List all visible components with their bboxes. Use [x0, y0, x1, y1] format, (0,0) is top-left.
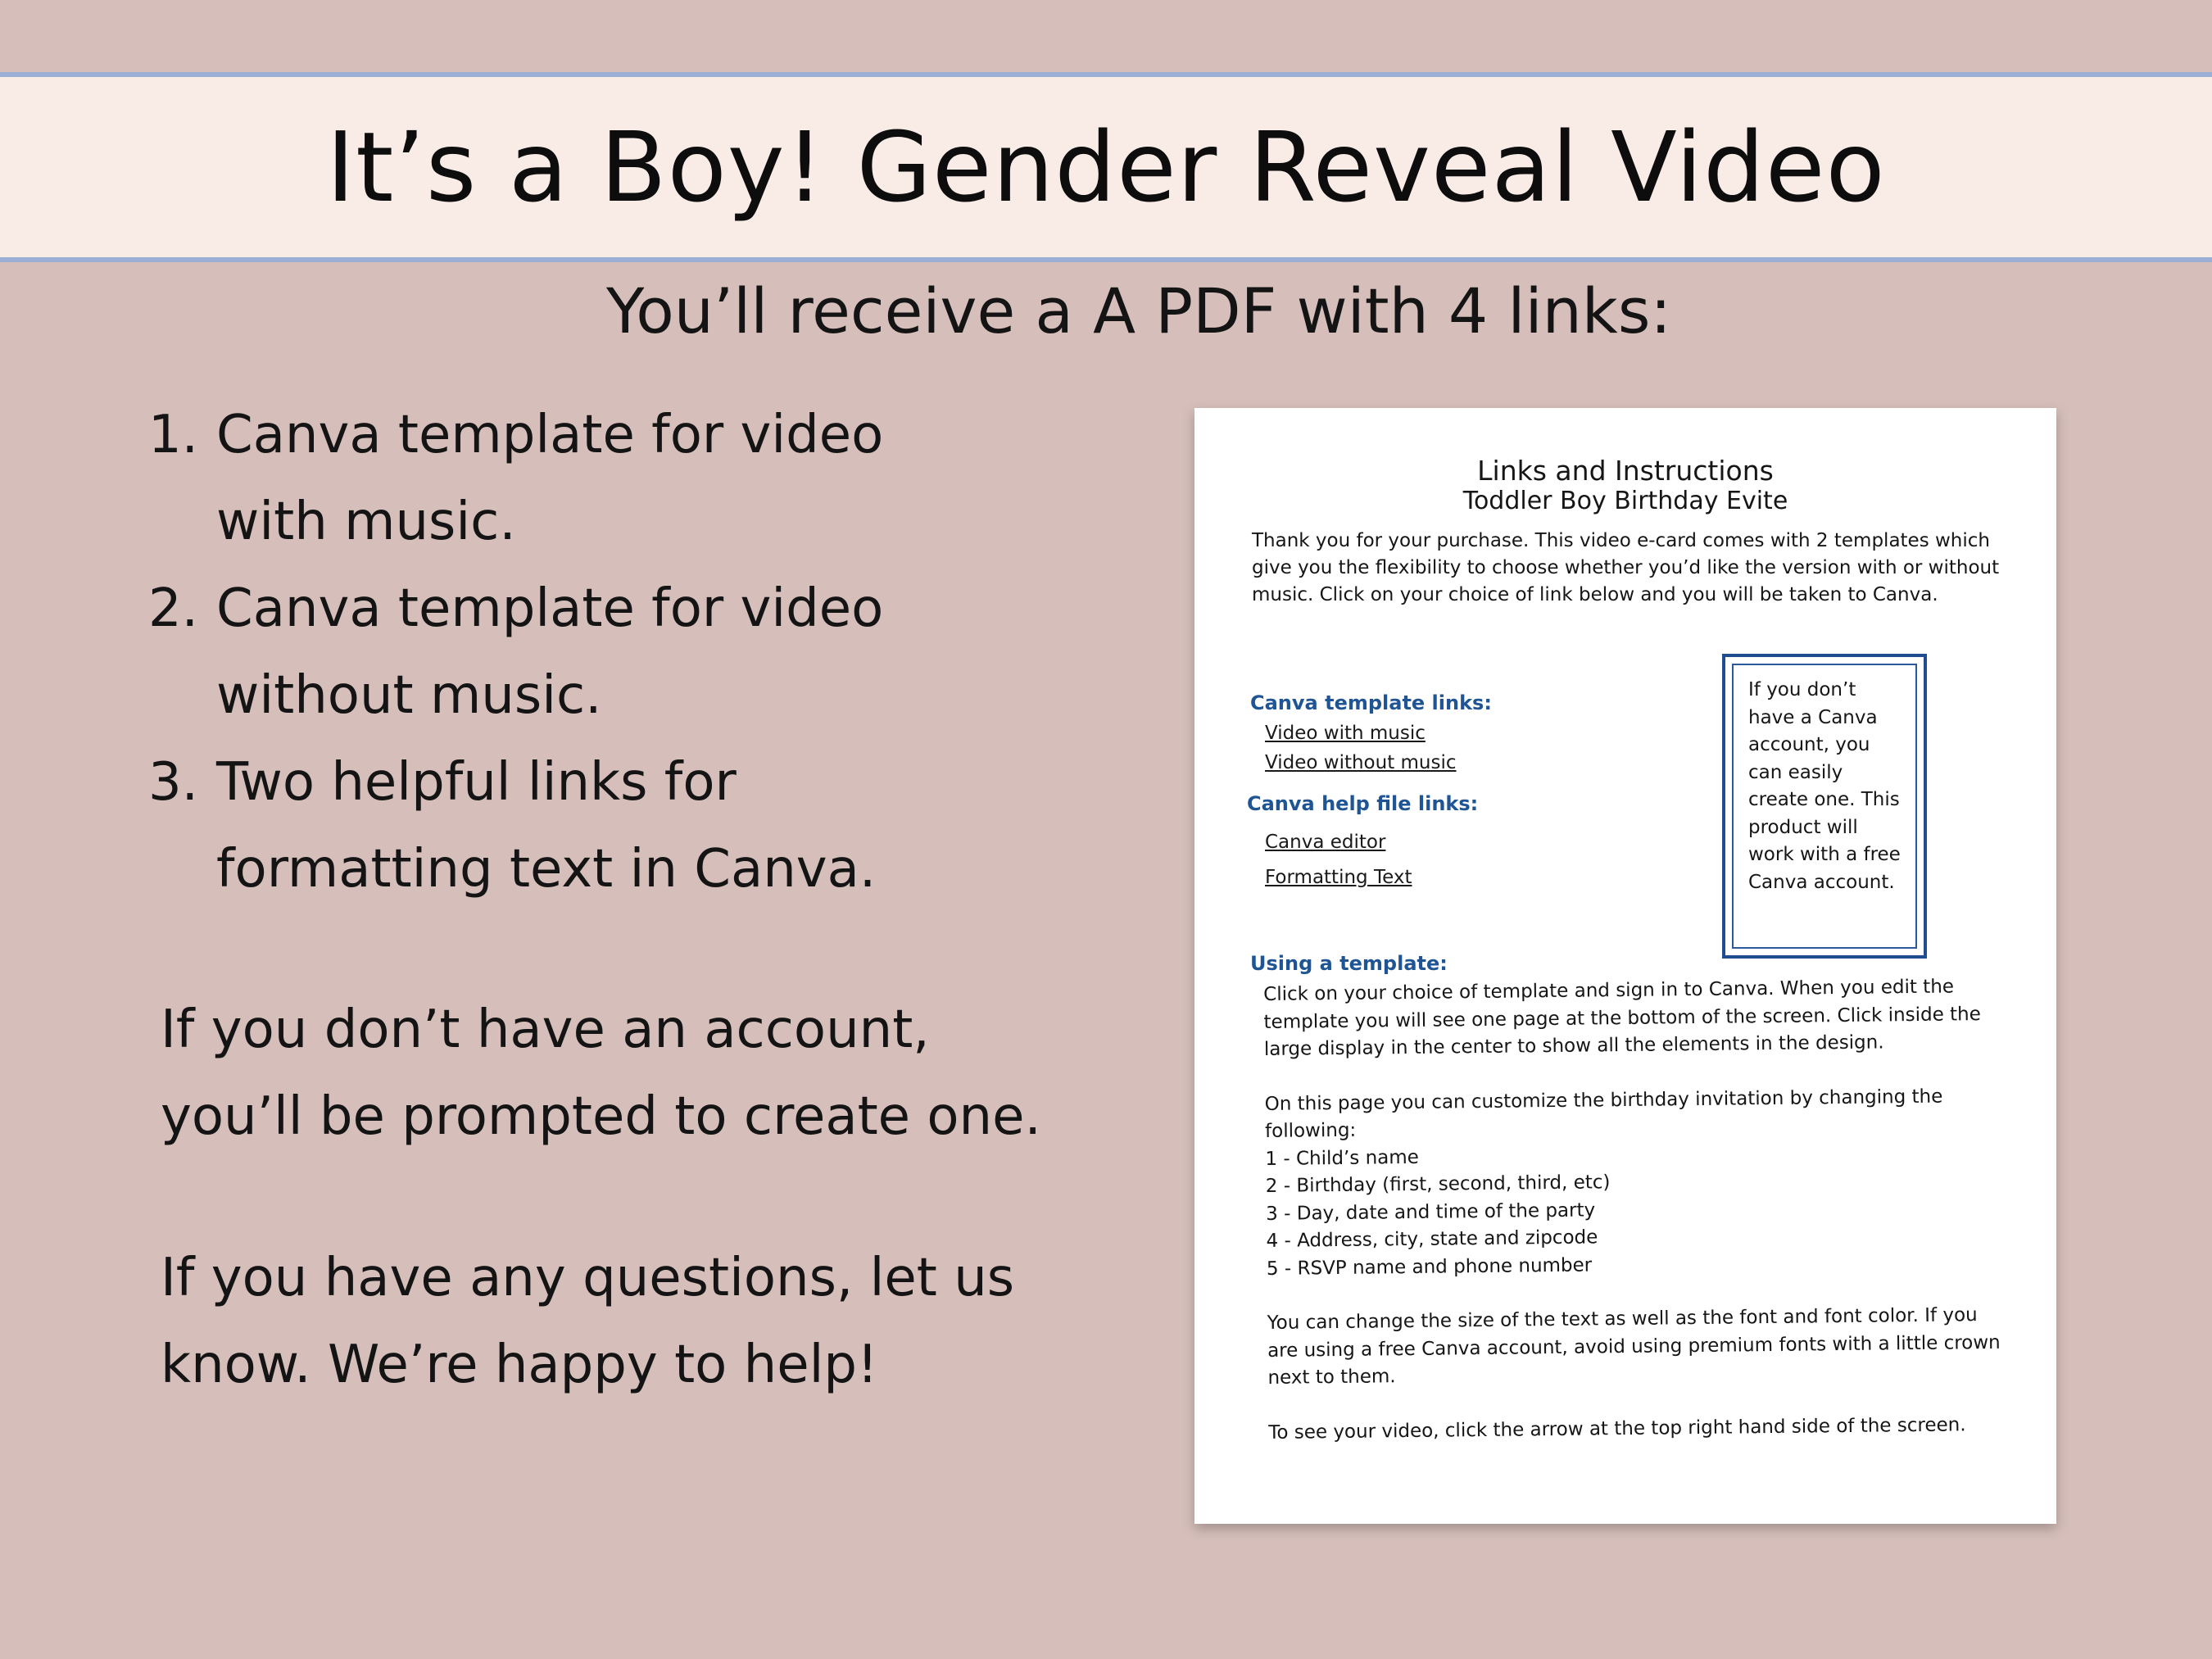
steps-list: 1. Canva template for video with music. … — [147, 392, 1163, 913]
step-text: Canva template for video with music. — [216, 405, 884, 552]
account-note: If you don’t have an account, you’ll be … — [161, 999, 1041, 1147]
account-info-box: If you don’t have a Canva account, you c… — [1722, 654, 1927, 959]
pdf-preview: Links and Instructions Toddler Boy Birth… — [1194, 408, 2056, 1524]
list-item: 3. Two helpful links for formatting text… — [147, 739, 1163, 913]
subtitle: You’ll receive a A PDF with 4 links: — [605, 274, 1672, 347]
step-text: Canva template for video without music. — [216, 578, 884, 726]
list-item: 1. Canva template for video with music. — [147, 392, 1163, 565]
instructions-body: Click on your choice of template and sig… — [1263, 973, 2006, 1447]
account-info-text: If you don’t have a Canva account, you c… — [1748, 679, 1901, 893]
canva-editor-link[interactable]: Canva editor — [1265, 830, 1385, 854]
page-title: It’s a Boy! Gender Reveal Video — [326, 111, 1886, 224]
template-links-heading: Canva template links: — [1250, 691, 1492, 714]
list-item: 2. Canva template for video without musi… — [147, 565, 1163, 739]
using-template-heading: Using a template: — [1250, 952, 1448, 975]
video-without-music-link[interactable]: Video without music — [1265, 750, 1457, 775]
instructions-paragraph: On this page you can customize the birth… — [1264, 1086, 1943, 1142]
pdf-title: Links and Instructions — [1477, 455, 1774, 487]
steps-section: 1. Canva template for video with music. … — [147, 392, 1163, 913]
step-number: 3. — [147, 752, 198, 813]
title-banner: It’s a Boy! Gender Reveal Video — [0, 72, 2212, 262]
formatting-text-link[interactable]: Formatting Text — [1265, 865, 1412, 890]
step-text: Two helpful links for formatting text in… — [216, 752, 877, 900]
pdf-subtitle: Toddler Boy Birthday Evite — [1462, 487, 1788, 515]
pdf-intro: Thank you for your purchase. This video … — [1252, 530, 2000, 605]
help-links-heading: Canva help file links: — [1247, 792, 1479, 815]
questions-note: If you have any questions, let us know. … — [161, 1248, 1015, 1395]
instructions-paragraph: Click on your choice of template and sig… — [1263, 976, 1981, 1060]
instructions-paragraph: You can change the size of the text as w… — [1267, 1304, 2001, 1389]
video-with-music-link[interactable]: Video with music — [1265, 721, 1426, 746]
step-number: 1. — [147, 405, 198, 465]
step-number: 2. — [147, 578, 198, 639]
